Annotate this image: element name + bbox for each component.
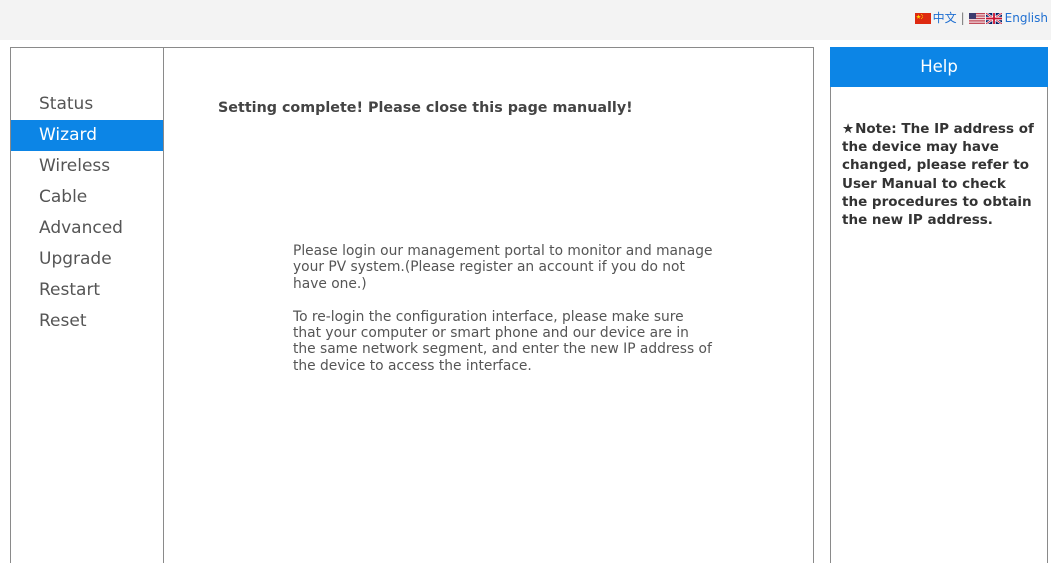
note-line: User Manual to check: [842, 175, 1006, 192]
china-flag-icon: [914, 12, 931, 24]
setting-complete-message: Setting complete! Please close this page…: [218, 100, 633, 116]
sidebar-item-advanced[interactable]: Advanced: [11, 213, 163, 244]
star-icon: [842, 120, 854, 138]
text-line: the same network segment, and enter the …: [293, 341, 712, 358]
text-line: that your computer or smart phone and ou…: [293, 325, 689, 342]
sidebar-item-status[interactable]: Status: [11, 89, 163, 120]
portal-login-paragraph: Please login our management portal to mo…: [293, 243, 712, 292]
chinese-language-link[interactable]: 中文: [914, 10, 957, 26]
note-line: changed, please refer to: [842, 157, 1030, 174]
sidebar-item-restart[interactable]: Restart: [11, 275, 163, 306]
sidebar-item-upgrade[interactable]: Upgrade: [11, 244, 163, 275]
chinese-language-label[interactable]: 中文: [933, 10, 957, 26]
note-line: the procedures to obtain: [842, 193, 1032, 210]
note-line: the new IP address.: [842, 212, 993, 229]
main-panel: Status Wizard Wireless Cable Advanced Up…: [10, 47, 814, 563]
text-line: the device to access the interface.: [293, 357, 532, 374]
text-line: To re-login the configuration interface,…: [293, 308, 684, 325]
english-language-label[interactable]: English: [1005, 10, 1048, 26]
english-language-link[interactable]: English: [968, 10, 1048, 26]
help-note: Note: The IP address of the device may h…: [842, 120, 1034, 229]
text-line: your PV system.(Please register an accou…: [293, 259, 685, 276]
text-line: Please login our management portal to mo…: [293, 243, 713, 259]
uk-flag-icon: [985, 12, 1002, 24]
language-separator: |: [960, 11, 965, 25]
sidebar-item-reset[interactable]: Reset: [11, 306, 163, 337]
sidebar-item-cable[interactable]: Cable: [11, 182, 163, 213]
note-text: Note: The IP address of: [855, 121, 1034, 137]
usa-flag-icon: [968, 12, 985, 24]
top-bar: 中文 | English: [0, 0, 1051, 40]
sidebar: Status Wizard Wireless Cable Advanced Up…: [11, 48, 164, 563]
sidebar-item-wireless[interactable]: Wireless: [11, 151, 163, 182]
relogin-paragraph: To re-login the configuration interface,…: [293, 309, 712, 375]
note-line: the device may have: [842, 139, 999, 156]
language-switch: 中文 | English: [914, 10, 1048, 26]
instructions-text: Please login our management portal to mo…: [293, 243, 712, 374]
sidebar-item-wizard[interactable]: Wizard: [11, 120, 163, 151]
note-line: Note: The IP address of: [842, 120, 1034, 138]
help-panel: Help Note: The IP address of the device …: [830, 47, 1048, 563]
help-title: Help: [830, 47, 1048, 87]
text-line: have one.): [293, 275, 367, 292]
